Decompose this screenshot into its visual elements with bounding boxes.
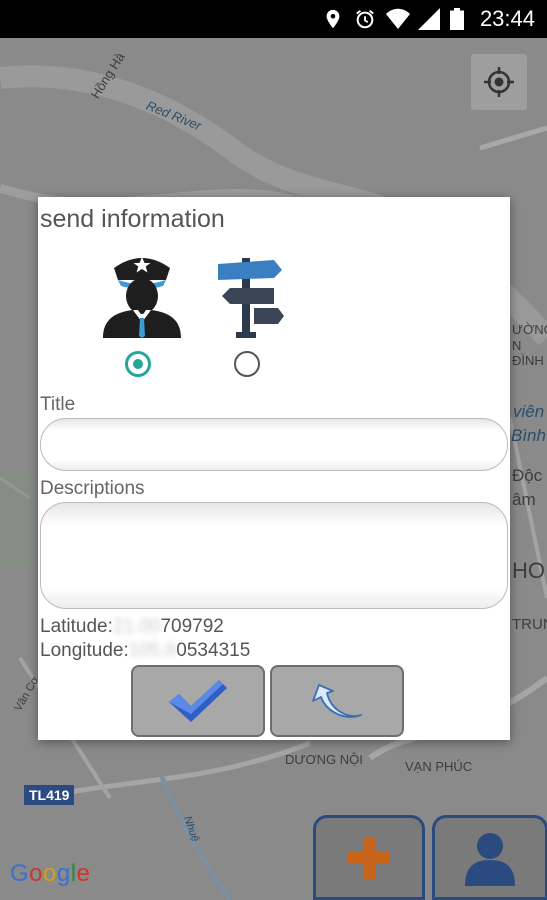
- map-label: viên: [513, 402, 545, 421]
- back-button[interactable]: [270, 665, 404, 737]
- map-label: HO: [512, 558, 545, 583]
- send-information-dialog: send information Title Descriptions Lati…: [38, 197, 510, 740]
- map-label: DƯƠNG NỘI: [285, 752, 363, 767]
- cell-signal-icon: [417, 8, 440, 30]
- add-button[interactable]: [313, 815, 425, 900]
- map-label: VẠN PHÚC: [405, 759, 473, 774]
- signpost-option[interactable]: [208, 250, 288, 340]
- title-label: Title: [40, 394, 76, 415]
- latitude-redacted: 21.00: [112, 616, 161, 637]
- google-logo: Google: [10, 860, 91, 887]
- longitude-text: Longitude:105.80534315: [40, 640, 251, 661]
- my-location-button[interactable]: [471, 54, 527, 110]
- dialog-title: send information: [40, 205, 225, 233]
- longitude-redacted: 105.8: [128, 640, 177, 661]
- wifi-icon: [385, 8, 410, 30]
- descriptions-label: Descriptions: [40, 478, 145, 499]
- profile-button[interactable]: [432, 815, 547, 900]
- police-officer-icon: [103, 257, 181, 338]
- map-label: ƯỜNG: [512, 322, 547, 337]
- battery-icon: [449, 8, 464, 30]
- alarm-clock-icon: [354, 8, 376, 30]
- map-label: Bình: [511, 426, 546, 445]
- map-label: N ĐÌNH: [512, 338, 544, 368]
- map-label: TRUN: [512, 616, 547, 633]
- road-badge: TL419: [24, 785, 75, 805]
- police-option[interactable]: [99, 250, 185, 338]
- signpost-icon: [218, 258, 284, 338]
- police-option-radio[interactable]: [125, 351, 151, 377]
- latitude-text: Latitude:21.00709792: [40, 616, 224, 637]
- status-bar: 23:44: [0, 0, 547, 38]
- map-label: âm: [512, 490, 536, 509]
- descriptions-input[interactable]: [40, 502, 508, 609]
- return-arrow-icon: [312, 684, 362, 718]
- user-profile-icon: [465, 832, 515, 886]
- checkmark-icon: [169, 680, 227, 722]
- map-label: Độc: [512, 466, 543, 485]
- clock-time: 23:44: [479, 6, 535, 31]
- plus-icon: [348, 836, 390, 879]
- location-pin-icon: [322, 8, 344, 30]
- signpost-option-radio[interactable]: [234, 351, 260, 377]
- title-input[interactable]: [40, 418, 508, 471]
- crosshair-icon: [484, 67, 514, 97]
- confirm-button[interactable]: [131, 665, 265, 737]
